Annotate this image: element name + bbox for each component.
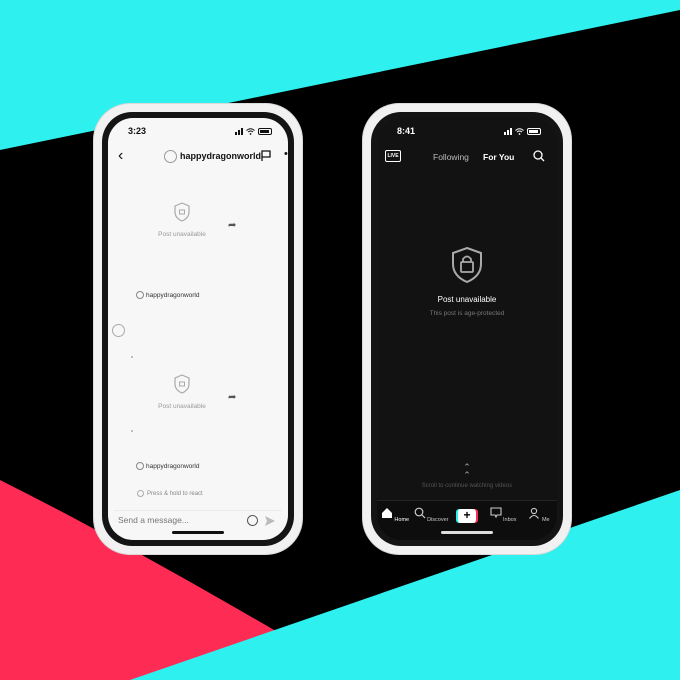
sender-name: happydragonworld	[146, 291, 200, 299]
tab-label: Home	[394, 517, 410, 523]
typing-dot	[131, 430, 133, 432]
tab-home[interactable]: Home	[377, 501, 413, 540]
share-icon[interactable]: ➦	[228, 392, 236, 403]
contact-avatar[interactable]	[112, 324, 125, 337]
flag-icon[interactable]	[260, 150, 272, 162]
post-unavailable-card[interactable]: Post unavailable	[148, 202, 216, 238]
signal-icon	[504, 127, 512, 135]
home-indicator	[172, 531, 224, 534]
right-phone: 8:41 LIVE Following For You Post unavail…	[363, 104, 571, 554]
post-unavailable-overlay: Post unavailable This post is age-protec…	[377, 246, 557, 317]
left-phone-screen: 3:23 ‹ happydragonworld ••• Post unavail…	[108, 118, 288, 540]
emoji-icon[interactable]	[247, 515, 258, 526]
more-icon[interactable]: •••	[284, 148, 288, 160]
battery-icon	[527, 127, 541, 135]
home-indicator	[441, 531, 493, 534]
tab-label: Discover	[427, 517, 449, 523]
tab-create[interactable]: +	[449, 501, 485, 540]
send-icon[interactable]	[264, 515, 276, 527]
message-bar	[114, 510, 282, 531]
post-sender: happydragonworld	[136, 291, 199, 299]
wifi-icon	[246, 127, 255, 135]
tab-for-you[interactable]: For You	[483, 152, 514, 162]
tab-following[interactable]: Following	[433, 152, 469, 162]
post-sender: happydragonworld	[136, 462, 199, 470]
back-icon[interactable]: ‹	[118, 147, 123, 165]
tab-label: Inbox	[503, 517, 517, 523]
message-input[interactable]	[118, 515, 218, 525]
post-unavailable-card[interactable]: Post unavailable	[148, 374, 216, 410]
sender-name: happydragonworld	[146, 462, 200, 470]
post-unavailable-subtitle: This post is age-protected	[429, 310, 505, 317]
react-hint: Press & hold to react	[137, 490, 203, 497]
shield-icon	[174, 374, 190, 394]
sender-avatar	[136, 291, 144, 299]
create-plus-icon: +	[456, 509, 478, 523]
bottom-tab-bar: Home Discover + Inbox Me	[377, 500, 557, 540]
post-unavailable-title: Post unavailable	[437, 295, 497, 304]
post-unavailable-label: Post unavailable	[158, 231, 206, 238]
right-phone-screen: 8:41 LIVE Following For You Post unavail…	[377, 118, 557, 540]
left-phone: 3:23 ‹ happydragonworld ••• Post unavail…	[94, 104, 302, 554]
tab-discover[interactable]: Discover	[413, 501, 449, 540]
live-icon[interactable]: LIVE	[385, 150, 401, 162]
chat-username[interactable]: happydragonworld	[180, 151, 261, 161]
search-icon	[414, 507, 425, 519]
tab-me[interactable]: Me	[521, 501, 557, 540]
react-icon	[137, 490, 144, 497]
feed-top-nav: LIVE Following For You	[377, 148, 557, 168]
avatar[interactable]	[164, 150, 177, 163]
tab-label: Me	[541, 517, 550, 523]
home-icon	[381, 508, 392, 518]
profile-icon	[529, 507, 540, 519]
status-time: 3:23	[128, 126, 147, 136]
status-bar: 8:41	[377, 126, 557, 140]
scroll-hint: ⌃ ⌃ Scroll to continue watching videos	[377, 462, 557, 490]
post-unavailable-label: Post unavailable	[158, 403, 206, 410]
share-icon[interactable]: ➦	[228, 220, 236, 231]
status-bar: 3:23	[108, 126, 288, 140]
battery-icon	[258, 127, 272, 135]
typing-dot	[131, 356, 133, 358]
chevron-up-icon: ⌃ ⌃	[463, 462, 471, 480]
lock-shield-icon	[452, 246, 482, 284]
react-hint-text: Press & hold to react	[147, 490, 203, 497]
signal-icon	[235, 127, 243, 135]
chat-header: ‹ happydragonworld •••	[108, 146, 288, 170]
tab-inbox[interactable]: Inbox	[485, 501, 521, 540]
wifi-icon	[515, 127, 524, 135]
search-icon[interactable]	[533, 150, 545, 162]
inbox-icon	[489, 507, 502, 519]
shield-icon	[174, 202, 190, 222]
status-time: 8:41	[397, 126, 416, 136]
sender-avatar	[136, 462, 144, 470]
scroll-hint-text: Scroll to continue watching videos	[421, 483, 513, 489]
